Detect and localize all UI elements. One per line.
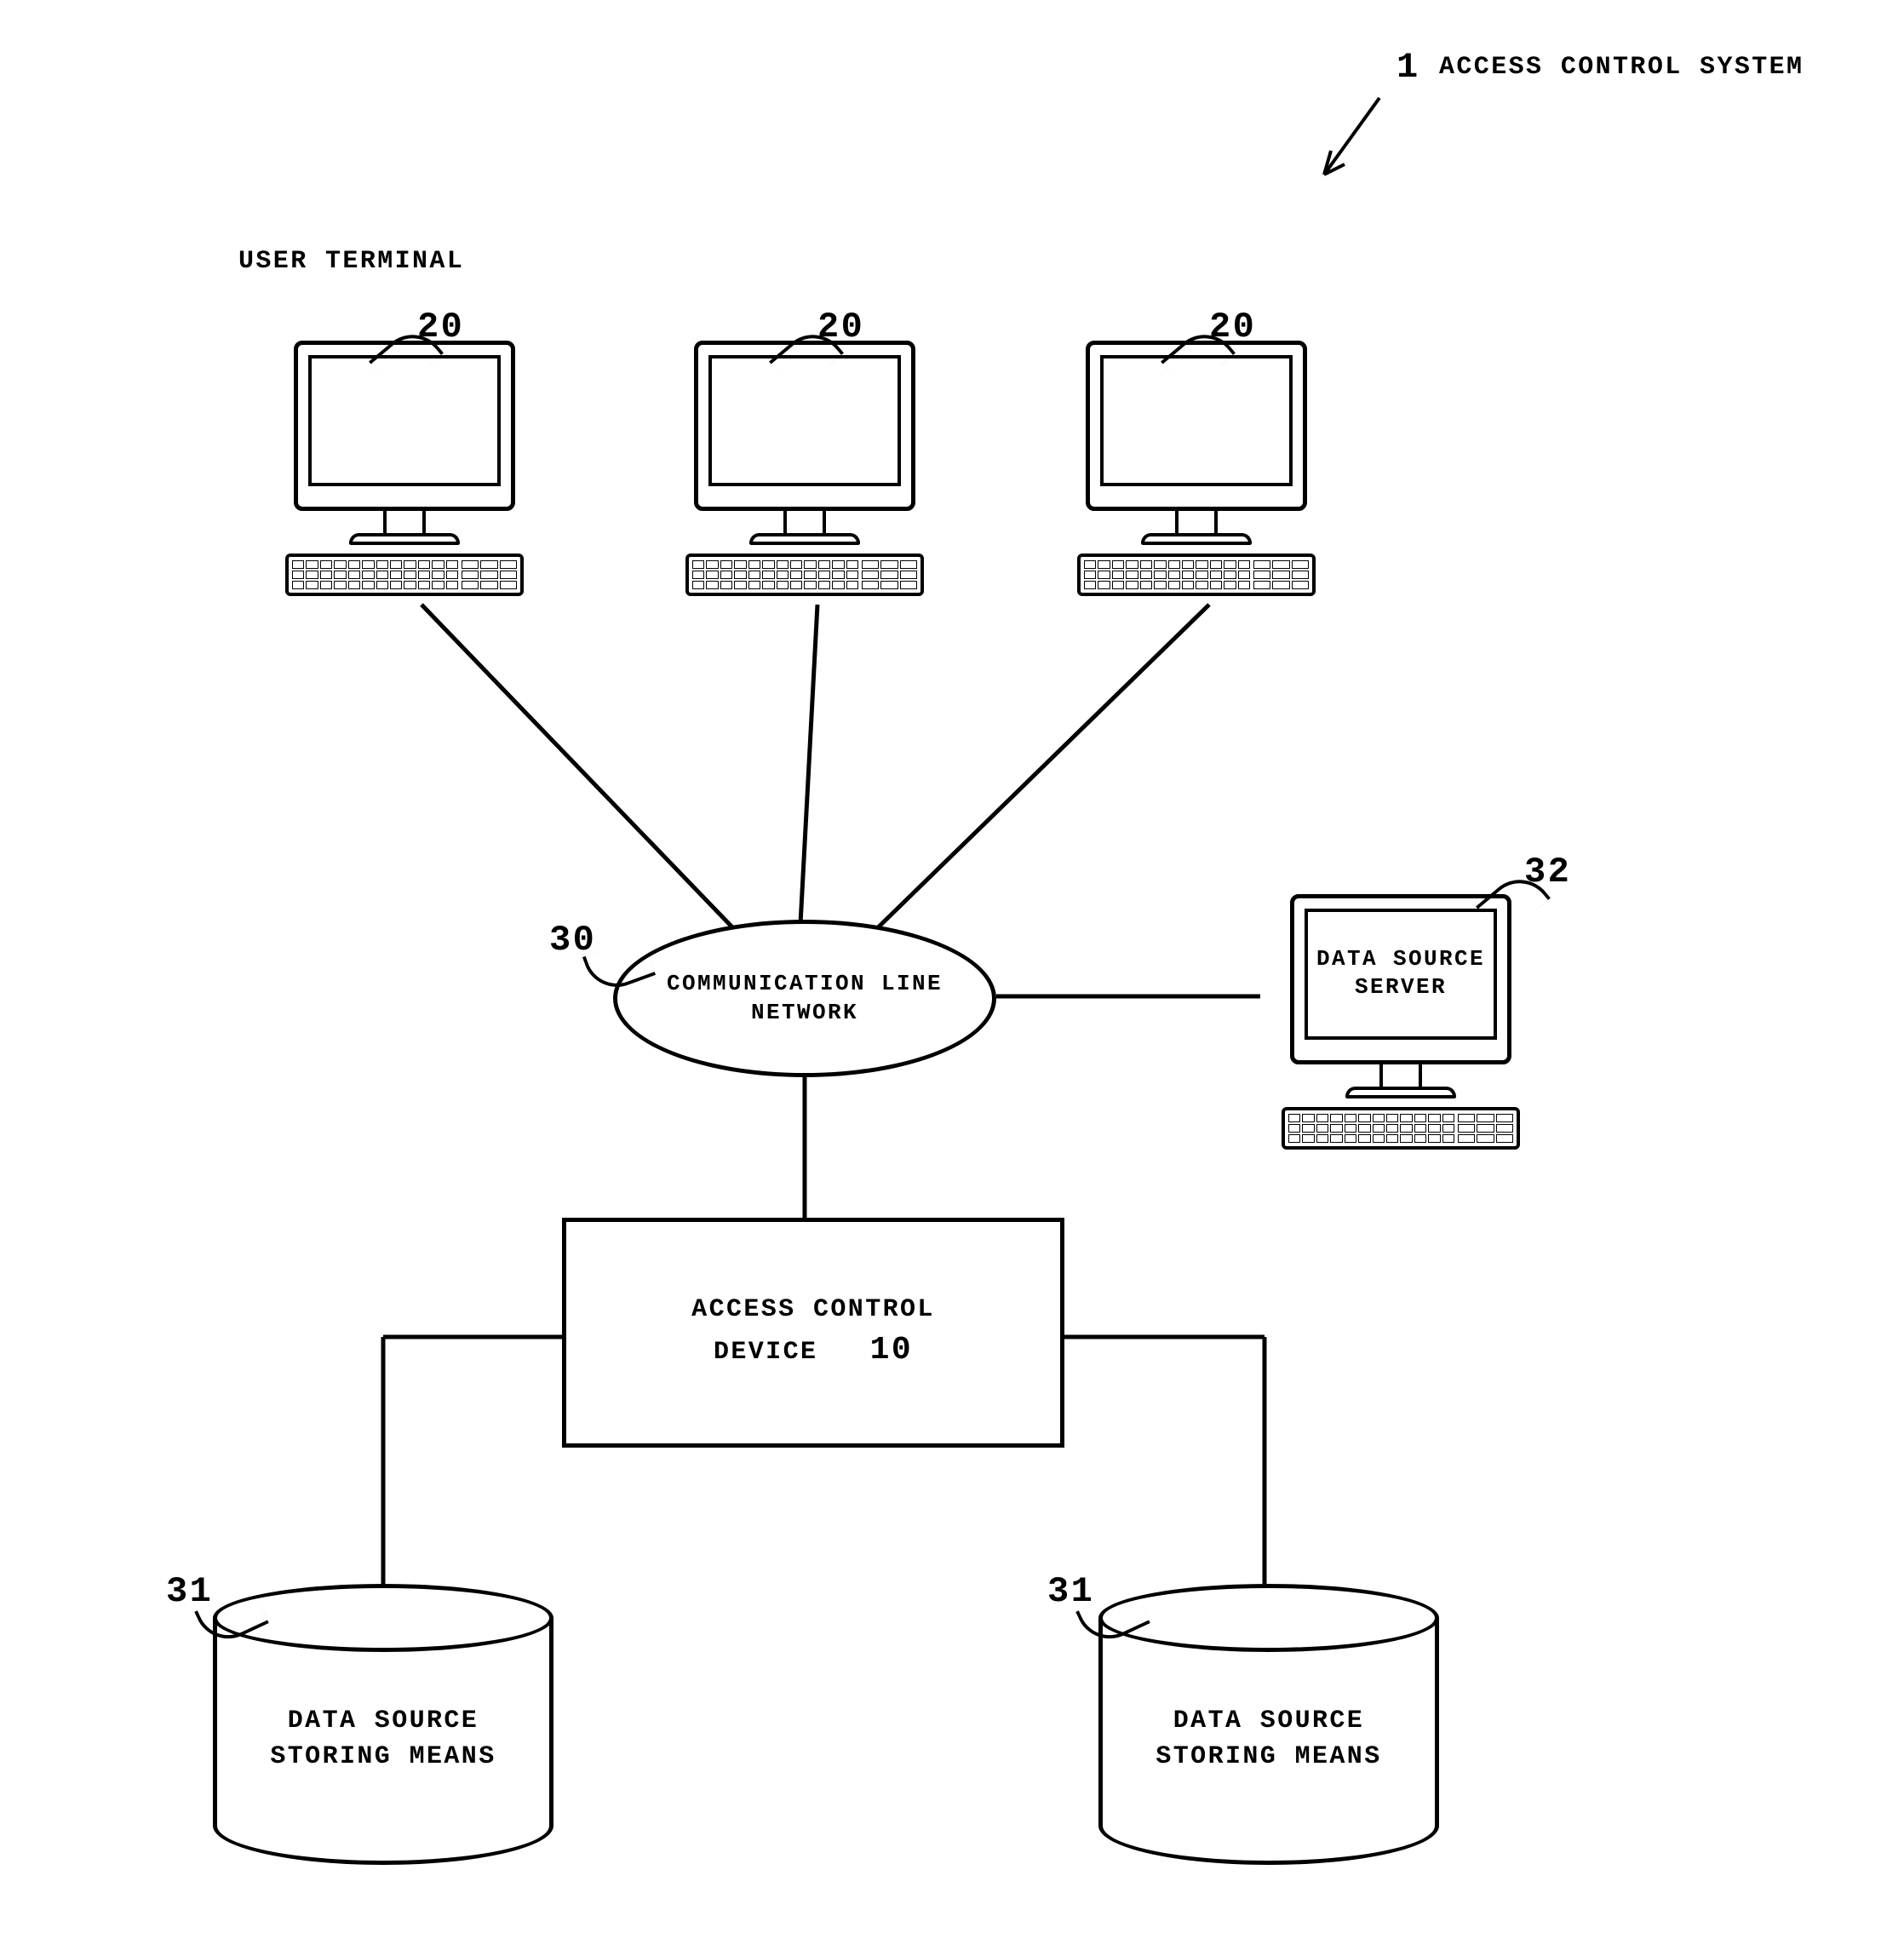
data-source-server: DATA SOURCE SERVER bbox=[1260, 894, 1541, 1175]
keyboard-icon bbox=[285, 554, 524, 596]
ds-left-label-1: DATA SOURCE bbox=[288, 1706, 479, 1735]
user-terminal-label: USER TERMINAL bbox=[238, 247, 464, 276]
acd-number: 10 bbox=[870, 1332, 913, 1368]
network-node: COMMUNICATION LINE NETWORK bbox=[613, 920, 996, 1077]
data-store-left: DATA SOURCE STORING MEANS bbox=[213, 1584, 553, 1865]
cylinder-icon bbox=[1098, 1584, 1439, 1652]
server-label-1: DATA SOURCE bbox=[1316, 946, 1485, 972]
keyboard-icon bbox=[685, 554, 924, 596]
acd-label-1: ACCESS CONTROL bbox=[691, 1295, 935, 1324]
server-label-2: SERVER bbox=[1355, 974, 1447, 1000]
diagram-canvas: 1 ACCESS CONTROL SYSTEM USER TERMINAL 20… bbox=[0, 0, 1904, 1956]
system-number: 1 bbox=[1396, 47, 1420, 88]
ds-right-label-2: STORING MEANS bbox=[1156, 1742, 1381, 1771]
data-store-right: DATA SOURCE STORING MEANS bbox=[1098, 1584, 1439, 1865]
acd-label-2: DEVICE bbox=[714, 1338, 817, 1367]
access-control-device: ACCESS CONTROL DEVICE 10 bbox=[562, 1218, 1064, 1448]
ds-left-label-2: STORING MEANS bbox=[270, 1742, 496, 1771]
keyboard-icon bbox=[1282, 1107, 1520, 1150]
ds-right-label-1: DATA SOURCE bbox=[1173, 1706, 1364, 1735]
system-title: ACCESS CONTROL SYSTEM bbox=[1439, 53, 1804, 82]
network-label-2: NETWORK bbox=[751, 1000, 858, 1025]
network-label-1: COMMUNICATION LINE bbox=[667, 971, 943, 996]
keyboard-icon bbox=[1077, 554, 1316, 596]
